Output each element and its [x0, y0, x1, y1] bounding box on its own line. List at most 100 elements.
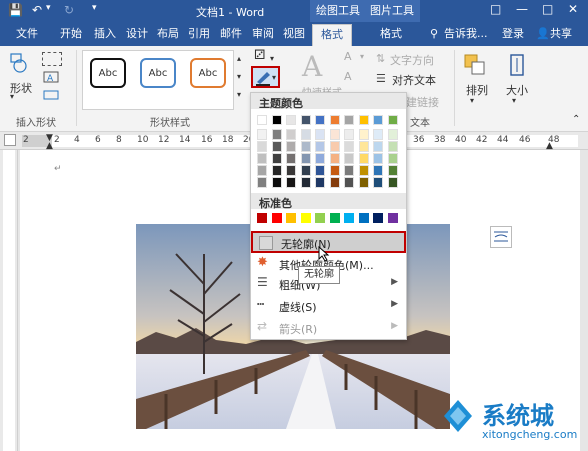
theme-color-swatch[interactable]	[329, 177, 340, 188]
shape-style-option-1[interactable]: Abc	[90, 58, 126, 88]
align-text-button[interactable]: 对齐文本	[392, 72, 436, 88]
theme-color-swatch[interactable]	[387, 165, 398, 176]
shape-fill-dropdown-icon[interactable]: ▾	[270, 54, 274, 63]
size-icon[interactable]	[506, 52, 528, 78]
collapse-ribbon-icon[interactable]: ⌃	[572, 114, 580, 125]
layout-options-icon[interactable]	[490, 226, 512, 248]
tab-insert[interactable]: 插入	[92, 26, 118, 46]
standard-color-swatch[interactable]	[315, 213, 325, 223]
theme-color-swatch[interactable]	[300, 129, 311, 140]
arrange-dropdown-icon[interactable]: ▾	[470, 96, 474, 105]
theme-color-swatch[interactable]	[286, 177, 296, 188]
save-icon[interactable]: 💾	[8, 3, 23, 17]
theme-color-swatch[interactable]	[315, 141, 325, 152]
standard-color-swatch[interactable]	[373, 213, 383, 223]
ribbon-display-icon[interactable]: □	[490, 2, 501, 16]
theme-color-swatch[interactable]	[373, 129, 383, 140]
theme-color-swatch[interactable]	[329, 141, 340, 152]
standard-color-swatch[interactable]	[257, 213, 267, 223]
theme-color-swatch[interactable]	[300, 153, 311, 164]
redo-icon[interactable]: ↻	[64, 3, 74, 17]
theme-color-swatch[interactable]	[257, 129, 267, 140]
standard-color-swatch[interactable]	[329, 213, 340, 223]
standard-color-swatch[interactable]	[300, 213, 311, 223]
theme-color-swatch[interactable]	[300, 177, 311, 188]
theme-color-swatch[interactable]	[329, 129, 340, 140]
theme-color-swatch[interactable]	[257, 165, 267, 176]
theme-color-swatch[interactable]	[344, 165, 354, 176]
size-dropdown-icon[interactable]: ▾	[512, 96, 516, 105]
tab-design[interactable]: 设计	[124, 26, 150, 46]
edit-points-icon[interactable]	[42, 88, 62, 102]
theme-color-swatch[interactable]	[315, 129, 325, 140]
theme-color-swatch[interactable]	[358, 115, 369, 125]
theme-color-swatch[interactable]	[387, 141, 398, 152]
shape-dropdown-icon[interactable]: ▾	[10, 92, 14, 101]
theme-color-swatch[interactable]	[286, 165, 296, 176]
vertical-ruler[interactable]	[0, 150, 18, 451]
theme-color-swatch[interactable]	[271, 177, 282, 188]
maximize-icon[interactable]: □	[542, 2, 553, 16]
theme-color-swatch[interactable]	[286, 153, 296, 164]
shape-style-option-2[interactable]: Abc	[140, 58, 176, 88]
theme-color-swatch[interactable]	[329, 115, 340, 125]
tab-format-drawing[interactable]: 格式	[312, 24, 352, 46]
arrange-icon[interactable]	[462, 52, 488, 78]
close-icon[interactable]: ✕	[568, 2, 578, 16]
tab-view[interactable]: 视图	[281, 26, 307, 46]
dashes-item[interactable]: ┅ 虚线(S) ▶	[251, 295, 406, 315]
tab-references[interactable]: 引用	[186, 26, 212, 46]
theme-color-swatch[interactable]	[358, 141, 369, 152]
theme-color-swatch[interactable]	[387, 129, 398, 140]
theme-color-swatch[interactable]	[257, 141, 267, 152]
gallery-scroll-down-icon[interactable]: ▾	[237, 72, 241, 81]
theme-color-swatch[interactable]	[315, 153, 325, 164]
theme-color-swatch[interactable]	[344, 153, 354, 164]
theme-color-swatch[interactable]	[300, 115, 311, 125]
theme-color-swatch[interactable]	[315, 177, 325, 188]
undo-icon[interactable]: ↶	[32, 3, 42, 17]
tab-layout[interactable]: 布局	[155, 26, 181, 46]
shape-fill-icon[interactable]: ⚂	[254, 48, 265, 63]
theme-color-swatch[interactable]	[344, 177, 354, 188]
theme-color-swatch[interactable]	[300, 141, 311, 152]
theme-color-swatch[interactable]	[257, 153, 267, 164]
customize-qat-icon[interactable]: ▾	[92, 3, 97, 13]
theme-color-swatch[interactable]	[387, 177, 398, 188]
theme-color-swatch[interactable]	[286, 115, 296, 125]
theme-color-swatch[interactable]	[257, 177, 267, 188]
gallery-scroll-up-icon[interactable]: ▴	[237, 54, 241, 63]
theme-color-swatch[interactable]	[373, 165, 383, 176]
theme-color-swatch[interactable]	[300, 165, 311, 176]
tab-format-picture[interactable]: 格式	[378, 26, 404, 46]
theme-color-swatch[interactable]	[373, 177, 383, 188]
minimize-icon[interactable]: —	[516, 2, 528, 16]
tab-file[interactable]: 文件	[14, 26, 40, 46]
theme-color-swatch[interactable]	[257, 115, 267, 125]
theme-color-swatch[interactable]	[315, 165, 325, 176]
theme-color-swatch[interactable]	[344, 115, 354, 125]
tab-home[interactable]: 开始	[58, 26, 84, 46]
gallery-expand-icon[interactable]: ▾	[237, 90, 241, 99]
theme-color-swatch[interactable]	[373, 153, 383, 164]
standard-color-swatch[interactable]	[286, 213, 296, 223]
theme-color-swatch[interactable]	[387, 115, 398, 125]
standard-color-swatch[interactable]	[387, 213, 398, 223]
undo-dropdown-icon[interactable]: ▾	[46, 3, 51, 13]
theme-color-swatch[interactable]	[271, 165, 282, 176]
theme-color-swatch[interactable]	[271, 141, 282, 152]
theme-color-swatch[interactable]	[358, 165, 369, 176]
theme-color-swatch[interactable]	[286, 129, 296, 140]
theme-color-swatch[interactable]	[358, 153, 369, 164]
theme-color-swatch[interactable]	[329, 153, 340, 164]
theme-color-swatch[interactable]	[344, 129, 354, 140]
theme-color-swatch[interactable]	[329, 165, 340, 176]
theme-color-swatch[interactable]	[271, 153, 282, 164]
tab-review[interactable]: 审阅	[250, 26, 276, 46]
theme-color-swatch[interactable]	[315, 115, 325, 125]
standard-color-swatch[interactable]	[271, 213, 282, 223]
theme-color-swatch[interactable]	[271, 115, 282, 125]
share-button[interactable]: 共享	[548, 26, 574, 46]
theme-color-swatch[interactable]	[373, 141, 383, 152]
draw-textbox-icon[interactable]: A	[42, 70, 62, 84]
